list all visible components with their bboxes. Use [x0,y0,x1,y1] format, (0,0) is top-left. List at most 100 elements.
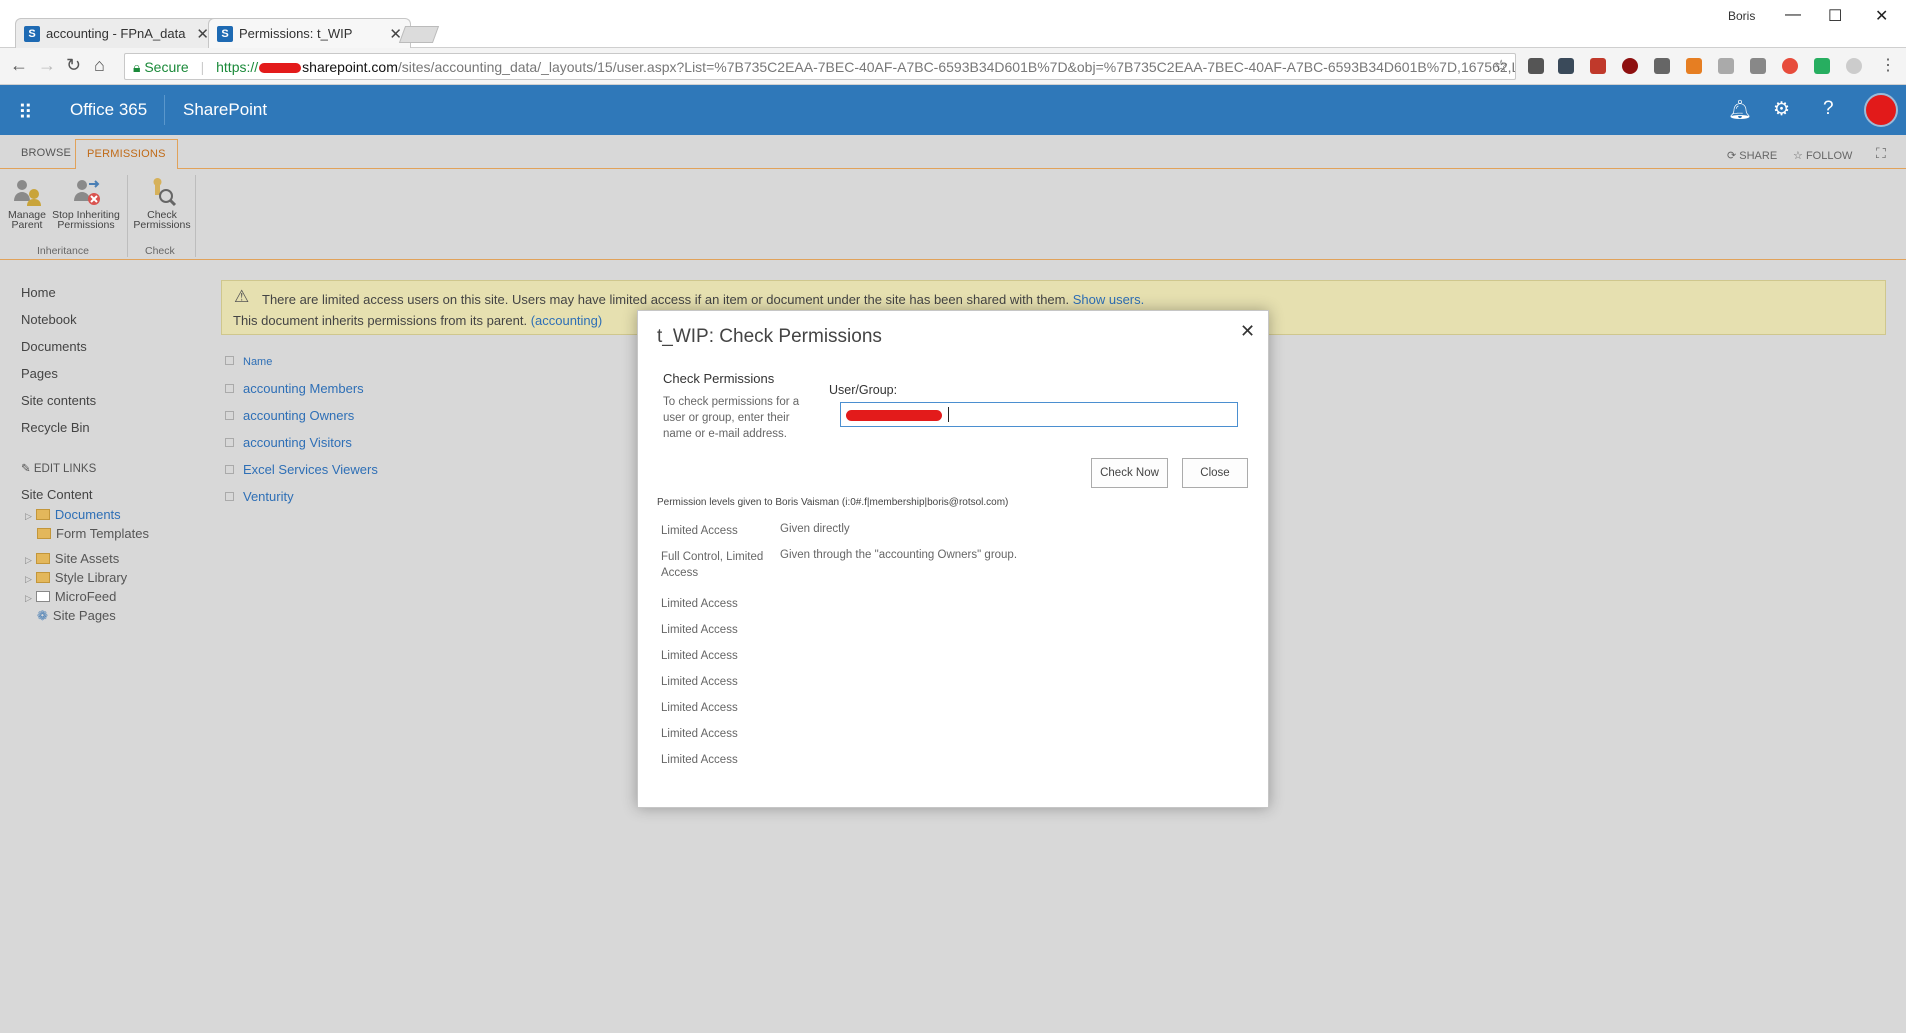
address-separator: | [200,59,205,75]
new-tab-button[interactable] [398,26,440,43]
follow-button[interactable]: ☆ FOLLOW [1793,149,1852,162]
shield-extension-icon[interactable] [1590,58,1606,74]
tree-item-form-templates[interactable]: Form Templates [37,526,149,541]
window-close-icon[interactable]: ✕ [1875,6,1888,26]
sharepoint-app-title[interactable]: SharePoint [183,100,267,120]
sharepoint-favicon-icon: S [24,26,40,42]
forward-icon[interactable]: → [38,55,56,76]
folder-icon [35,553,50,564]
nav-site-contents[interactable]: Site contents [21,393,96,408]
tree-item-microfeed[interactable]: ▷ MicroFeed [25,589,116,604]
manage-parent-button[interactable]: Manage Parent [7,177,47,230]
stop-inheriting-label-2: Permissions [57,219,115,231]
user-group-input[interactable] [840,402,1238,427]
extension-icon[interactable] [1750,58,1766,74]
user-avatar[interactable] [1864,93,1898,127]
ublock-extension-icon[interactable] [1622,58,1638,74]
expand-icon[interactable]: ▷ [25,555,32,565]
settings-gear-icon[interactable]: ⚙ [1773,98,1790,121]
nav-documents[interactable]: Documents [21,339,87,354]
ribbon-group-inheritance: Inheritance [37,245,89,257]
focus-content-icon[interactable]: ⛶ [1876,145,1886,162]
list-item[interactable]: Venturity [225,489,294,504]
permission-level: Limited Access [661,598,738,610]
extension-icon[interactable] [1846,58,1862,74]
url-path: /sites/accounting_data/_layouts/15/user.… [397,59,1516,75]
check-permissions-button[interactable]: Check Permissions [132,177,192,230]
edit-links-label: EDIT LINKS [33,463,97,475]
list-item-label[interactable]: Excel Services Viewers [243,462,378,477]
permission-source: Given through the "accounting Owners" gr… [780,549,1018,561]
expand-icon[interactable]: ▷ [25,593,32,603]
select-all-checkbox[interactable] [225,356,234,365]
profile-name[interactable]: Boris [1728,9,1755,23]
list-item[interactable]: accounting Owners [225,408,354,423]
show-users-link[interactable]: Show users. [1073,292,1145,307]
tree-label: Documents [54,507,121,522]
pocket-extension-icon[interactable] [1528,58,1544,74]
tab-title: accounting - FPnA_data [46,26,186,41]
secure-label: Secure [144,59,189,75]
row-checkbox[interactable] [225,465,234,474]
extension-icon[interactable] [1686,58,1702,74]
row-checkbox[interactable] [225,492,234,501]
permission-level: Full Control, Limited Access [661,551,764,579]
banner-text-1: There are limited access users on this s… [262,292,1070,307]
nav-notebook[interactable]: Notebook [21,312,77,327]
nav-pages[interactable]: Pages [21,366,58,381]
extension-icon[interactable] [1814,58,1830,74]
back-icon[interactable]: ← [10,55,28,76]
minimize-icon[interactable]: — [1785,6,1801,24]
bookmark-star-icon[interactable]: ☆ [1494,56,1508,76]
permission-level: Limited Access [661,754,738,766]
row-checkbox[interactable] [225,384,234,393]
list-item[interactable]: Excel Services Viewers [225,462,378,477]
tab-browse[interactable]: BROWSE [21,147,71,159]
chrome-menu-icon[interactable]: ⋮ [1880,55,1896,75]
help-icon[interactable]: ? [1823,98,1834,120]
tree-item-documents[interactable]: ▷ Documents [25,507,121,522]
list-item-label[interactable]: accounting Owners [243,408,354,423]
expand-icon[interactable]: ▷ [25,511,32,521]
office365-brand[interactable]: Office 365 [70,100,147,120]
extension-icon[interactable] [1654,58,1670,74]
check-now-button[interactable]: Check Now [1091,458,1168,488]
manage-parent-icon [11,177,43,207]
nav-recycle-bin[interactable]: Recycle Bin [21,420,90,435]
stop-inheriting-button[interactable]: Stop Inheriting Permissions [50,177,122,230]
extension-icon[interactable] [1782,58,1798,74]
home-icon[interactable]: ⌂ [94,55,105,76]
maximize-icon[interactable]: ☐ [1828,6,1842,26]
list-item[interactable]: accounting Members [225,381,364,396]
browser-tab-permissions[interactable]: S Permissions: t_WIP ✕ [208,18,411,48]
reload-icon[interactable]: ↻ [66,55,81,76]
list-item-label[interactable]: accounting Members [243,381,364,396]
extension-icon[interactable] [1718,58,1734,74]
list-item-label[interactable]: accounting Visitors [243,435,352,450]
parent-link[interactable]: (accounting) [531,313,603,328]
tree-item-site-assets[interactable]: ▷ Site Assets [25,551,119,566]
tab-permissions[interactable]: PERMISSIONS [75,139,178,170]
tree-item-style-library[interactable]: ▷ Style Library [25,570,127,585]
app-launcher-icon[interactable]: ⠿ [18,100,33,125]
list-item-label[interactable]: Venturity [243,489,294,504]
close-button[interactable]: Close [1182,458,1248,488]
share-button[interactable]: ⟳ SHARE [1727,149,1777,162]
dialog-close-icon[interactable]: ✕ [1240,321,1255,342]
address-bar[interactable]: 🔒︎ Secure | https:// sharepoint.com/sites… [124,53,1516,80]
row-checkbox[interactable] [225,411,234,420]
browser-tab-accounting[interactable]: S accounting - FPnA_data ✕ [15,18,218,48]
nav-home[interactable]: Home [21,285,56,300]
extension-icon[interactable] [1558,58,1574,74]
text-caret [948,407,949,422]
edit-links-button[interactable]: ✎ EDIT LINKS [21,461,96,475]
list-item[interactable]: accounting Visitors [225,435,352,450]
row-checkbox[interactable] [225,438,234,447]
expand-icon[interactable]: ▷ [25,574,32,584]
banner-line-1: There are limited access users on this s… [262,292,1144,307]
column-name-header[interactable]: Name [243,356,272,368]
tree-item-site-pages[interactable]: ❁ Site Pages [37,608,116,624]
notification-bell-icon[interactable]: 🔔︎ [1728,98,1752,122]
manage-parent-label-2: Parent [11,219,43,231]
list-header: Name [225,353,272,368]
